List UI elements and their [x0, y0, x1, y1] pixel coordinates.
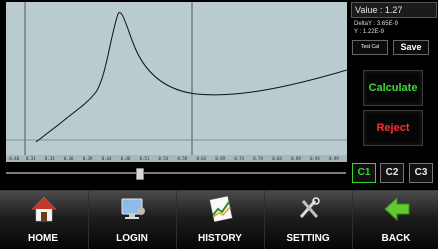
- x-tick-label: 0.44: [101, 156, 112, 161]
- delta-y-text: DeltaY : 3.65E-9: [354, 21, 398, 27]
- x-tick-label: 0.94: [310, 156, 320, 161]
- delta-readout: DeltaY : 3.65E-9 Y : 1.22E-9: [351, 20, 435, 38]
- x-tick-label: 0.59: [177, 156, 188, 161]
- login-icon: [121, 198, 145, 219]
- setting-icon: [299, 197, 320, 218]
- home-icon: [31, 196, 57, 222]
- x-tick-label: 0.99: [329, 156, 339, 161]
- nav-setting-label: SETTING: [286, 233, 330, 244]
- nav-home[interactable]: HOME: [0, 191, 86, 249]
- channel-c2-button[interactable]: C2: [380, 163, 404, 183]
- x-tick-label: 0.74: [234, 156, 244, 161]
- position-slider[interactable]: [6, 163, 347, 183]
- save-button[interactable]: Save: [393, 40, 429, 55]
- nav-history[interactable]: HISTORY: [176, 191, 263, 249]
- x-axis: -0.40 0.31 0.33 0.36 0.39 0.44 0.48 0.51 0.54 0.5…: [6, 155, 347, 162]
- x-tick-label: -0.40: [7, 156, 20, 161]
- x-tick-label: 0.84: [272, 156, 282, 161]
- history-icon: [209, 196, 233, 222]
- slider-track[interactable]: [6, 172, 346, 174]
- plot-area[interactable]: -0.40 0.31 0.33 0.36 0.39 0.44 0.48 0.51 0.54 0.5…: [6, 2, 347, 162]
- calculate-button[interactable]: Calculate: [363, 70, 423, 106]
- nav-home-label: HOME: [28, 233, 58, 244]
- x-tick-label: 0.31: [25, 156, 36, 161]
- bottom-nav: HOME LOGIN HISTORY SETTING BACK: [0, 190, 438, 249]
- x-tick-label: 0.36: [63, 156, 74, 161]
- x-tick-label: 0.48: [120, 156, 131, 161]
- x-tick-label: 0.69: [215, 156, 226, 161]
- right-panel: Value : 1.27 DeltaY : 3.65E-9 Y : 1.22E-…: [349, 0, 438, 163]
- channel-c1-button[interactable]: C1: [352, 163, 376, 183]
- x-tick-label: 0.89: [291, 156, 301, 161]
- nav-setting[interactable]: SETTING: [264, 191, 351, 249]
- nav-login[interactable]: LOGIN: [88, 191, 175, 249]
- slider-thumb[interactable]: [136, 168, 144, 180]
- x-tick-label: 0.51: [139, 156, 150, 161]
- x-tick-label: 0.33: [44, 156, 55, 161]
- x-tick-label: 0.79: [253, 156, 263, 161]
- nav-back[interactable]: BACK: [352, 191, 438, 249]
- test-cal-button[interactable]: Test Cal: [352, 40, 388, 55]
- nav-history-label: HISTORY: [198, 233, 242, 244]
- reject-button[interactable]: Reject: [363, 110, 423, 146]
- value-readout: Value : 1.27: [351, 2, 437, 18]
- plot-graph: [6, 2, 347, 155]
- x-tick-label: 0.64: [196, 156, 207, 161]
- x-tick-label: 0.54: [158, 156, 169, 161]
- back-arrow-icon: [384, 196, 410, 222]
- y-text: Y : 1.22E-9: [354, 29, 384, 35]
- x-tick-label: 0.39: [82, 156, 93, 161]
- nav-back-label: BACK: [381, 233, 411, 244]
- app-screen: -0.40 0.31 0.33 0.36 0.39 0.44 0.48 0.51 0.54 0.5…: [0, 0, 438, 249]
- channel-c3-button[interactable]: C3: [409, 163, 433, 183]
- nav-login-label: LOGIN: [116, 233, 148, 244]
